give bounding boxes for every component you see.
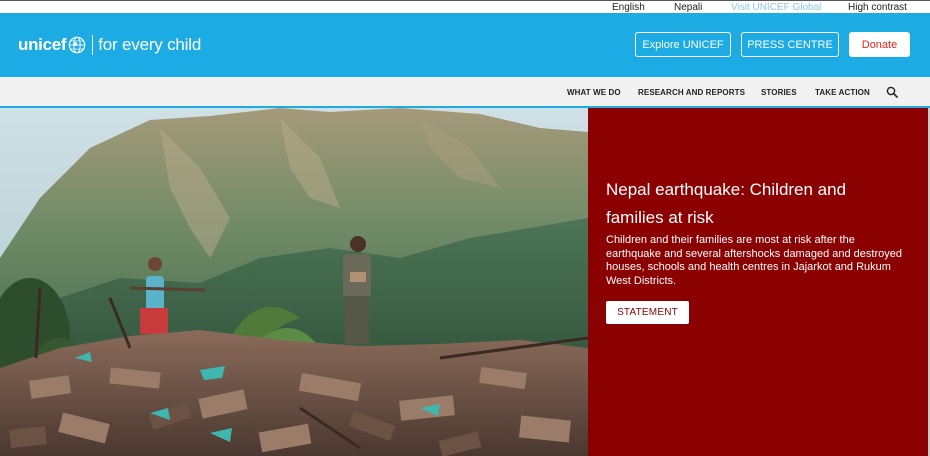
hero-banner: Nepal earthquake: Children and families …: [0, 108, 930, 456]
press-centre-button[interactable]: PRESS CENTRE: [741, 32, 839, 57]
logo-divider: [92, 35, 94, 55]
hero-description: Children and their families are most at …: [606, 234, 902, 287]
nav-item-take-action[interactable]: TAKE ACTION: [815, 88, 870, 97]
logo-tagline: for every child: [98, 35, 202, 54]
explore-unicef-button[interactable]: Explore UNICEF: [635, 32, 731, 57]
hero-photo: [0, 108, 588, 456]
nav-item-research-reports[interactable]: RESEARCH AND REPORTS: [638, 88, 745, 97]
unicef-logo[interactable]: unicef for every child: [18, 34, 201, 56]
unicef-globe-icon: [68, 36, 86, 54]
language-nepali-link[interactable]: Nepali: [674, 2, 702, 13]
language-english-link[interactable]: English: [612, 2, 645, 13]
high-contrast-link[interactable]: High contrast: [848, 2, 907, 13]
utility-bar: English Nepali Visit UNICEF Global High …: [0, 0, 930, 13]
logo-wordmark: unicef: [18, 35, 67, 54]
earthquake-rubble-image: [0, 108, 588, 456]
donate-button[interactable]: Donate: [849, 32, 910, 57]
nav-item-stories[interactable]: STORIES: [761, 88, 797, 97]
main-nav: WHAT WE DO RESEARCH AND REPORTS STORIES …: [0, 77, 930, 108]
search-icon[interactable]: [886, 86, 898, 98]
visit-global-link[interactable]: Visit UNICEF Global: [731, 2, 821, 13]
hero-title: Nepal earthquake: Children and families …: [606, 180, 847, 227]
site-header: unicef for every child Explore UNICEF PR…: [0, 13, 930, 77]
statement-button[interactable]: STATEMENT: [606, 301, 689, 324]
nav-item-what-we-do[interactable]: WHAT WE DO: [567, 88, 621, 97]
hero-text-panel: Nepal earthquake: Children and families …: [588, 108, 930, 456]
